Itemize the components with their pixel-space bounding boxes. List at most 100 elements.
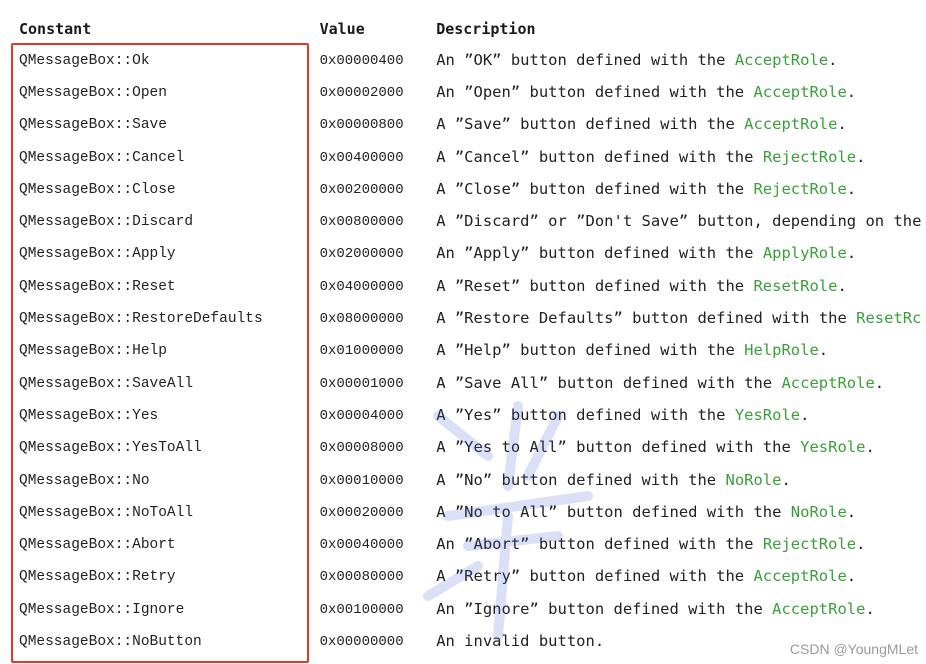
- constant-name: QMessageBox::Ignore: [19, 601, 185, 618]
- description-prefix: A ”Close” button defined with the: [436, 179, 754, 198]
- constant-value: 0x00008000: [319, 440, 404, 457]
- description-suffix: .: [856, 535, 866, 554]
- constant-value: 0x00010000: [319, 472, 404, 489]
- role-link[interactable]: AcceptRole: [744, 115, 837, 133]
- description-text: A ”No” button defined with the NoRole.: [436, 471, 791, 489]
- description-suffix: .: [846, 567, 857, 586]
- description-suffix: .: [800, 405, 810, 424]
- description-suffix: .: [865, 599, 875, 618]
- constant-value: 0x00800000: [319, 214, 404, 231]
- role-link[interactable]: AcceptRole: [772, 600, 865, 618]
- constant-name: QMessageBox::NoButton: [19, 633, 202, 650]
- header-description: Description: [436, 20, 536, 38]
- constant-name: QMessageBox::Reset: [19, 278, 176, 295]
- description-prefix: An ”OK” button defined with the: [436, 50, 735, 69]
- constant-value: 0x08000000: [319, 311, 404, 328]
- table-row: QMessageBox::Yes 0x00004000 A ”Yes” butt…: [12, 399, 926, 431]
- description-text: A ”Restore Defaults” button defined with…: [436, 309, 921, 327]
- table-row: QMessageBox::Close 0x00200000 A ”Close” …: [12, 173, 926, 205]
- description-text: A ”Discard” or ”Don't Save” button, depe…: [436, 212, 921, 230]
- description-text: A ”Retry” button defined with the Accept…: [436, 567, 856, 585]
- role-link[interactable]: ApplyRole: [763, 244, 847, 262]
- description-suffix: .: [865, 438, 875, 457]
- constant-name: QMessageBox::Close: [19, 181, 176, 198]
- role-link[interactable]: RejectRole: [763, 535, 856, 553]
- role-link[interactable]: AcceptRole: [735, 51, 828, 69]
- constant-value: 0x02000000: [319, 246, 404, 263]
- description-text: A ”Yes to All” button defined with the Y…: [436, 438, 875, 456]
- role-link[interactable]: AcceptRole: [753, 83, 846, 101]
- constant-value: 0x00200000: [319, 181, 404, 198]
- constant-name: QMessageBox::Cancel: [19, 149, 185, 166]
- description-text: An ”Open” button defined with the Accept…: [436, 83, 856, 101]
- constant-value: 0x00000800: [319, 117, 404, 134]
- description-text: An ”Ignore” button defined with the Acce…: [436, 600, 875, 618]
- table-row: QMessageBox::SaveAll 0x00001000 A ”Save …: [12, 367, 926, 399]
- constant-value: 0x00000000: [319, 633, 404, 650]
- description-prefix: A ”Retry” button defined with the: [436, 567, 754, 586]
- description-prefix: An ”Apply” button defined with the: [436, 244, 763, 263]
- constant-name: QMessageBox::Abort: [19, 537, 176, 554]
- constant-name: QMessageBox::Apply: [19, 246, 176, 263]
- csdn-watermark: CSDN @YoungMLet: [789, 641, 918, 657]
- header-constant: Constant: [19, 20, 92, 38]
- constant-name: QMessageBox::Ok: [19, 52, 150, 69]
- constant-name: QMessageBox::Discard: [19, 214, 194, 231]
- table-row: QMessageBox::Open 0x00002000 An ”Open” b…: [12, 76, 926, 108]
- description-suffix: .: [818, 341, 829, 360]
- description-suffix: .: [828, 50, 838, 69]
- description-prefix: A ”Save All” button defined with the: [436, 373, 782, 392]
- description-text: An invalid button.: [436, 632, 604, 650]
- description-prefix: A ”Reset” button defined with the: [436, 276, 754, 295]
- table-row: QMessageBox::Reset 0x04000000 A ”Reset” …: [12, 270, 926, 302]
- description-suffix: .: [856, 147, 866, 166]
- constant-value: 0x00000400: [319, 52, 404, 69]
- description-prefix: An ”Ignore” button defined with the: [436, 599, 773, 618]
- role-link[interactable]: RejectRole: [763, 148, 856, 166]
- table-body: QMessageBox::Ok 0x00000400 An ”OK” butto…: [12, 44, 926, 658]
- description-text: A ”Save” button defined with the AcceptR…: [436, 115, 847, 133]
- constant-value: 0x00001000: [319, 375, 404, 392]
- constant-name: QMessageBox::Yes: [19, 407, 159, 424]
- constant-name: QMessageBox::RestoreDefaults: [19, 311, 263, 328]
- table-row: QMessageBox::NoButton 0x00000000 An inva…: [12, 625, 926, 657]
- role-link[interactable]: ResetRc: [856, 309, 921, 327]
- role-link[interactable]: AcceptRole: [781, 374, 874, 392]
- table-row: QMessageBox::YesToAll 0x00008000 A ”Yes …: [12, 432, 926, 464]
- description-suffix: .: [874, 373, 885, 392]
- description-suffix: .: [781, 470, 791, 489]
- description-text: A ”Close” button defined with the Reject…: [436, 180, 856, 198]
- constants-table: Constant Value Description QMessageBox::…: [12, 14, 926, 658]
- table-header-row: Constant Value Description: [12, 14, 926, 44]
- table-row: QMessageBox::Ignore 0x00100000 An ”Ignor…: [12, 593, 926, 625]
- description-prefix: An ”Open” button defined with the: [436, 82, 754, 101]
- description-prefix: A ”No to All” button defined with the: [436, 502, 791, 521]
- description-text: An ”Abort” button defined with the Rejec…: [436, 535, 865, 553]
- description-prefix: An ”Abort” button defined with the: [436, 535, 763, 554]
- role-link[interactable]: NoRole: [725, 471, 781, 489]
- role-link[interactable]: ResetRole: [753, 277, 837, 295]
- role-link[interactable]: RejectRole: [753, 180, 846, 198]
- role-link[interactable]: AcceptRole: [753, 567, 846, 585]
- role-link[interactable]: YesRole: [735, 406, 800, 424]
- description-suffix: .: [837, 115, 847, 134]
- table-row: QMessageBox::Save 0x00000800 A ”Save” bu…: [12, 109, 926, 141]
- role-link[interactable]: HelpRole: [744, 341, 819, 359]
- table-row: QMessageBox::Help 0x01000000 A ”Help” bu…: [12, 335, 926, 367]
- role-link[interactable]: NoRole: [791, 503, 847, 521]
- table-row: QMessageBox::Cancel 0x00400000 A ”Cancel…: [12, 141, 926, 173]
- constant-name: QMessageBox::Retry: [19, 569, 176, 586]
- constant-value: 0x00040000: [319, 537, 404, 554]
- constant-name: QMessageBox::Save: [19, 117, 167, 134]
- constant-value: 0x00002000: [319, 84, 404, 101]
- table-row: QMessageBox::RestoreDefaults 0x08000000 …: [12, 302, 926, 334]
- constant-value: 0x00004000: [319, 407, 404, 424]
- role-link[interactable]: YesRole: [800, 438, 865, 456]
- constant-value: 0x04000000: [319, 278, 404, 295]
- document-page: Constant Value Description QMessageBox::…: [0, 0, 926, 664]
- description-suffix: .: [846, 82, 857, 101]
- constant-value: 0x00020000: [319, 504, 404, 521]
- description-prefix: A ”Yes to All” button defined with the: [436, 438, 801, 457]
- constant-name: QMessageBox::No: [19, 472, 150, 489]
- constant-name: QMessageBox::Help: [19, 343, 167, 360]
